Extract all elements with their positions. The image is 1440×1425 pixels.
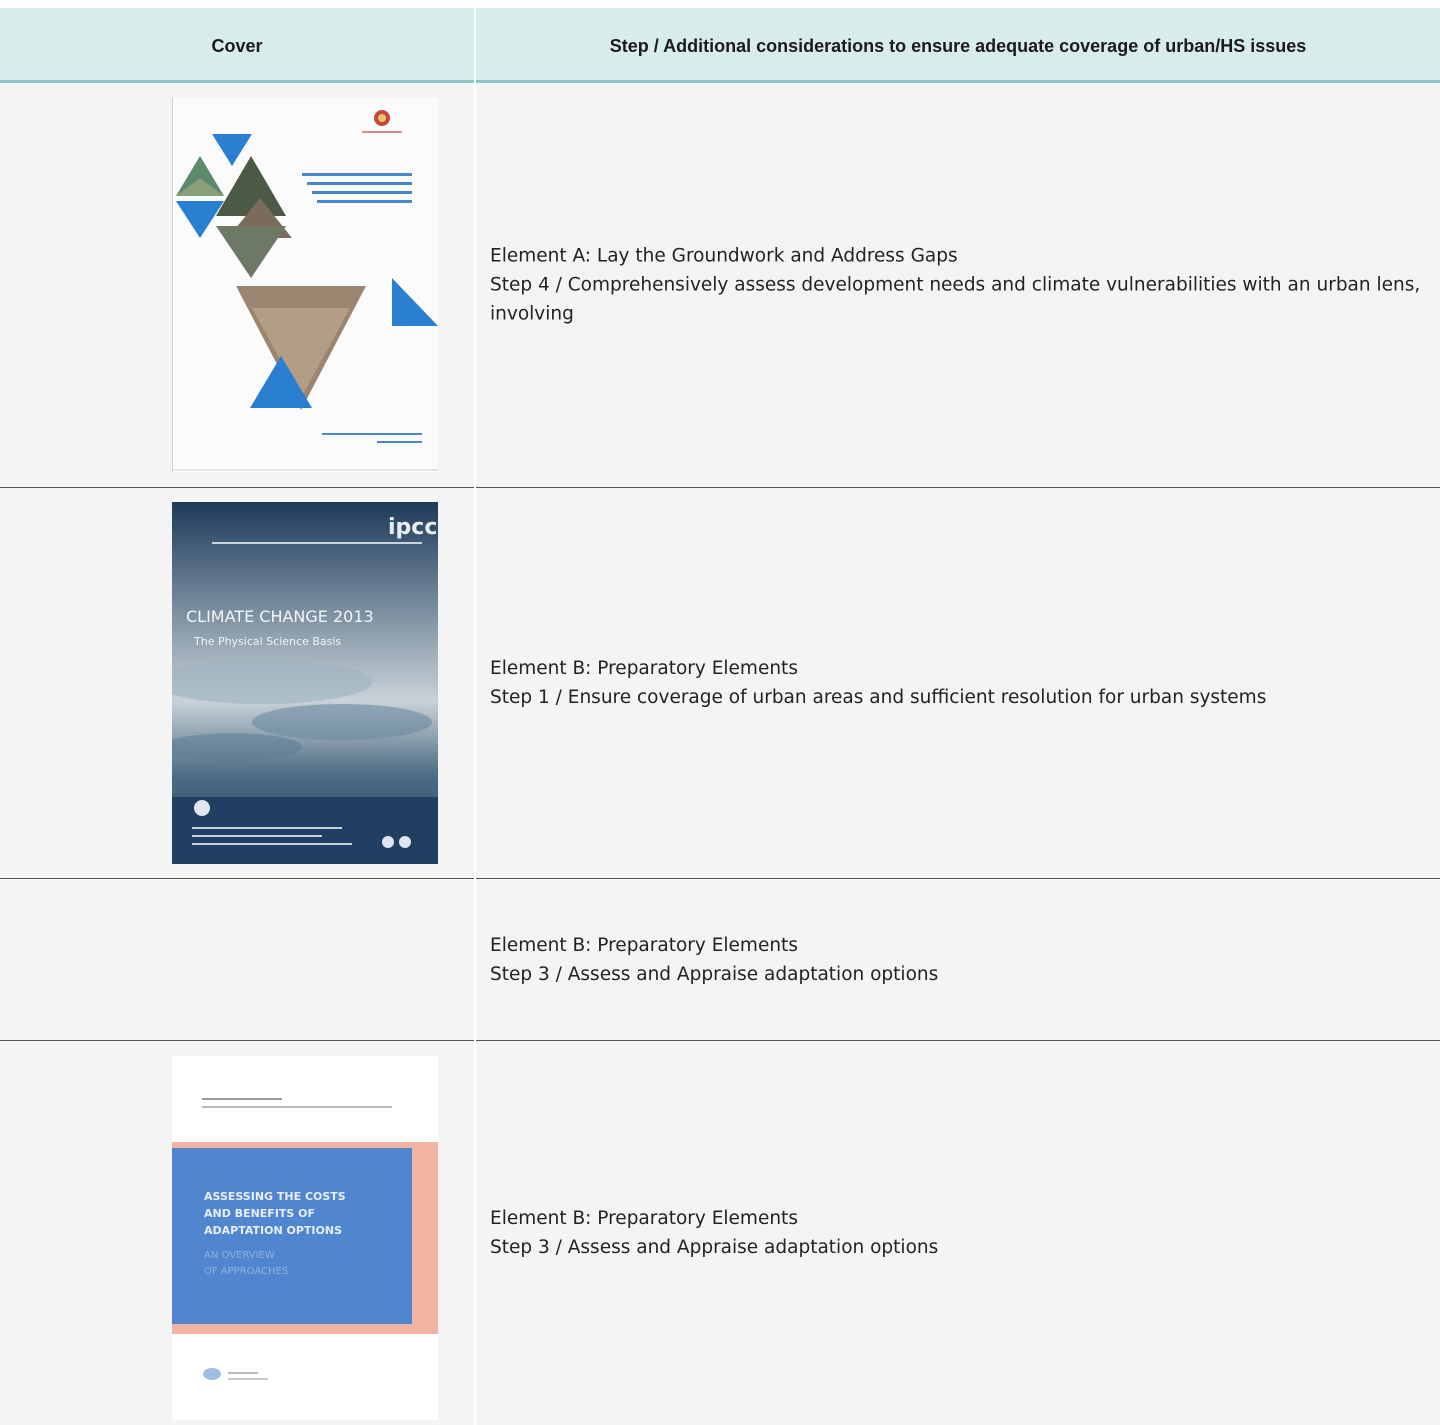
cover-title-line-1: ASSESSING THE COSTS: [204, 1190, 346, 1203]
cover-image-ipcc: ipcc CLIMATE CHANGE 2013 The Physical Sc…: [172, 502, 438, 864]
element-label: Element B: Preparatory Elements: [490, 1208, 798, 1229]
table-row: Element B: Preparatory Elements Step 3 /…: [0, 879, 1440, 1041]
table-header: Cover Step / Additional considerations t…: [0, 8, 1440, 83]
element-label: Element B: Preparatory Elements: [490, 658, 798, 679]
table-row: ASSESSING THE COSTS AND BENEFITS OF ADAP…: [0, 1041, 1440, 1425]
cover-subtitle-line-1: AN OVERVIEW: [204, 1250, 275, 1261]
cover-subtitle: The Physical Science Basis: [193, 635, 341, 648]
step-label: Step 3 / Assess and Appraise adaptation …: [490, 1237, 939, 1258]
step-label: Step 3 / Assess and Appraise adaptation …: [490, 963, 939, 985]
step-label: Step 4 / Comprehensively assess developm…: [490, 274, 1421, 325]
cover-title-line-3: ADAPTATION OPTIONS: [204, 1224, 342, 1237]
ipcc-logo: ipcc: [388, 515, 437, 540]
header-cover: Cover: [211, 36, 263, 56]
step-label: Step 1 / Ensure coverage of urban areas …: [490, 687, 1267, 708]
cover-subtitle-line-2: OF APPROACHES: [204, 1266, 288, 1277]
column-divider: [474, 8, 476, 1425]
cover-title-line-2: AND BENEFITS OF: [204, 1207, 315, 1220]
row-text: Element B: Preparatory Elements Step 1 /…: [490, 654, 1422, 712]
table-row: Element A: Lay the Groundwork and Addres…: [0, 83, 1440, 488]
row-text: Element B: Preparatory Elements Step 3 /…: [490, 931, 1422, 989]
row-text: Element A: Lay the Groundwork and Addres…: [490, 242, 1422, 329]
element-label: Element B: Preparatory Elements: [490, 934, 798, 956]
table-row: ipcc CLIMATE CHANGE 2013 The Physical Sc…: [0, 488, 1440, 879]
cover-image-nepal-report: [172, 98, 438, 472]
cover-title: CLIMATE CHANGE 2013: [186, 607, 374, 626]
considerations-table: Cover Step / Additional considerations t…: [0, 8, 1440, 1425]
header-step: Step / Additional considerations to ensu…: [609, 36, 1307, 56]
element-label: Element A: Lay the Groundwork and Addres…: [490, 245, 958, 267]
cover-image-adaptation-costs: ASSESSING THE COSTS AND BENEFITS OF ADAP…: [172, 1056, 438, 1420]
row-text: Element B: Preparatory Elements Step 3 /…: [490, 1204, 1422, 1262]
